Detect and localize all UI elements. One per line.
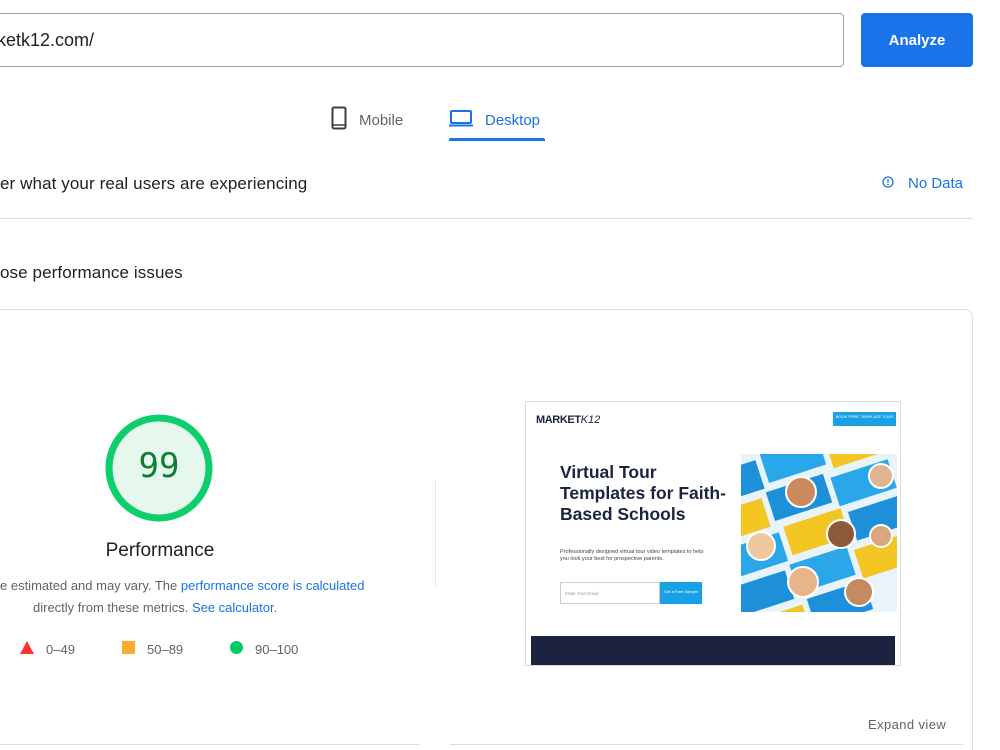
desc-line2: directly from these metrics. [33, 600, 192, 615]
shot-cta-button: Get a Free Sample [660, 582, 702, 604]
legend-pass-range: 90–100 [255, 641, 299, 657]
triangle-icon [20, 641, 34, 657]
desc-prefix: e estimated and may vary. The [0, 578, 181, 593]
desc-period: . [273, 600, 278, 615]
url-input[interactable] [0, 13, 844, 67]
laptop-icon [449, 109, 473, 131]
info-icon [882, 175, 894, 192]
performance-label: Performance [105, 540, 215, 561]
active-tab-indicator [449, 138, 545, 141]
performance-description-line1: e estimated and may vary. The performanc… [0, 578, 364, 593]
shot-subtext: Professionally designed virtual tour vid… [560, 549, 704, 562]
tab-desktop-label: Desktop [485, 111, 541, 129]
bottom-divider-left [0, 744, 420, 745]
performance-score-link[interactable]: performance score is calculated [181, 578, 365, 593]
expand-view-button[interactable]: Expand view [868, 717, 946, 732]
no-data-link[interactable]: No Data [882, 175, 963, 192]
diagnose-heading: ose performance issues [0, 263, 183, 282]
shot-headline: Virtual Tour Templates for Faith-Based S… [560, 462, 726, 524]
legend-average-range: 50–89 [147, 641, 184, 657]
tab-mobile[interactable]: Mobile [331, 100, 403, 140]
see-calculator-link[interactable]: See calculator [192, 600, 274, 615]
card-column-divider [435, 480, 436, 588]
section-divider [0, 218, 973, 219]
crux-heading: er what your real users are experiencing [0, 174, 308, 193]
square-icon [122, 641, 135, 657]
analyze-button[interactable]: Analyze [861, 13, 973, 67]
final-screenshot: MARKETK12 BOOK FREE TEMPLATE TOUR Virtua… [525, 401, 901, 666]
performance-score: 99 [138, 446, 180, 486]
shot-footer [531, 636, 895, 665]
no-data-label: No Data [908, 175, 964, 192]
legend-fail-range: 0–49 [46, 641, 75, 657]
performance-description-line2: directly from these metrics. See calcula… [33, 600, 277, 615]
legend-pass: 90–100 [230, 641, 298, 657]
tab-mobile-label: Mobile [359, 111, 404, 129]
circle-icon [230, 641, 243, 657]
phone-icon [331, 106, 347, 134]
shot-photo-collage [741, 454, 897, 612]
shot-email-field: Enter Your Email [560, 582, 660, 604]
bottom-divider-right [450, 744, 963, 745]
tab-desktop[interactable]: Desktop [449, 100, 540, 140]
legend-average: 50–89 [122, 641, 183, 657]
shot-top-button: BOOK FREE TEMPLATE TOUR [833, 412, 896, 426]
shot-logo: MARKETK12 [536, 414, 601, 426]
legend-fail: 0–49 [20, 641, 75, 657]
